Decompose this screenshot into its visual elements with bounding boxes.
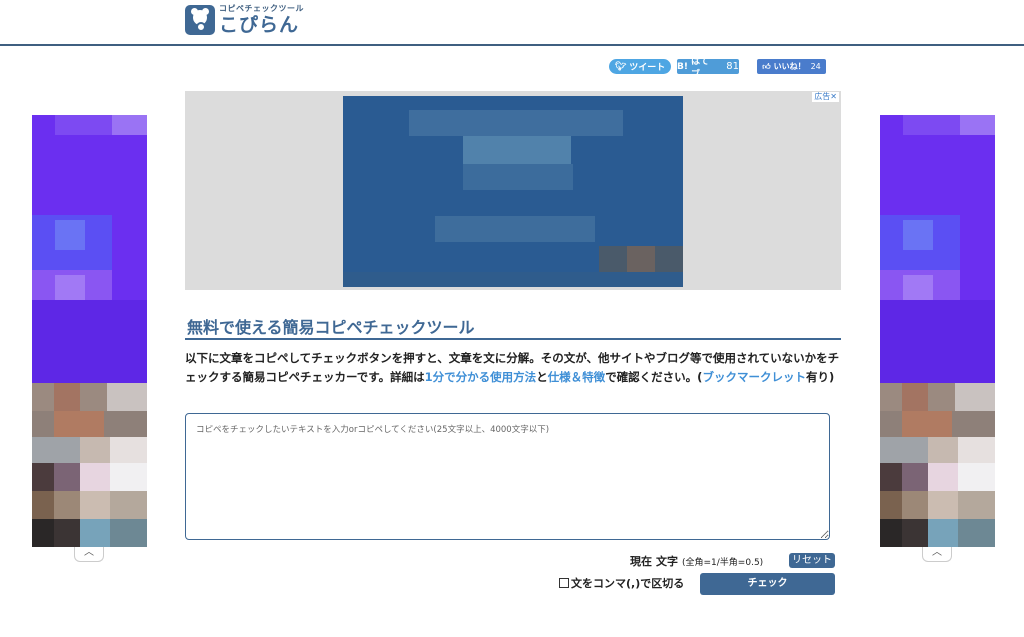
right-side-ad[interactable] bbox=[880, 115, 995, 547]
count-note: (全角=1/半角=0.5) bbox=[682, 558, 764, 568]
like-label: いいね！ bbox=[773, 62, 806, 71]
reset-button[interactable]: リセット bbox=[789, 553, 835, 568]
like-count: 24 bbox=[810, 62, 821, 71]
comma-checkbox[interactable] bbox=[559, 578, 569, 588]
logo-subtitle: コピペチェックツール bbox=[219, 4, 304, 13]
ad-photo bbox=[32, 383, 147, 547]
facebook-like-button[interactable]: 👍︎ いいね！ 24 bbox=[757, 59, 826, 74]
ad-image bbox=[343, 96, 683, 287]
page-title: 無料で使える簡易コピペチェックツール bbox=[185, 314, 841, 340]
hatena-count: 81 bbox=[726, 61, 739, 72]
comma-label: 文をコンマ(,)で区切る bbox=[571, 577, 685, 590]
check-button[interactable]: チェック bbox=[700, 573, 835, 595]
char-count: 現在 文字 (全角=1/半角=0.5) bbox=[630, 553, 763, 569]
bookmarklet-link[interactable]: ブックマークレット bbox=[702, 370, 806, 384]
chevron-up-icon: ︿ bbox=[932, 547, 942, 558]
desc-text: で確認ください。( bbox=[605, 370, 703, 384]
tool-description: 以下に文章をコピペしてチェックボタンを押すと、文章を文に分解。その文が、他サイト… bbox=[185, 349, 841, 387]
twitter-bird-icon: 🐦︎ bbox=[614, 61, 627, 72]
chevron-up-icon: ︿ bbox=[84, 547, 94, 558]
desc-text: と bbox=[536, 370, 548, 384]
logo-title: こぴらん bbox=[219, 14, 300, 36]
tweet-button[interactable]: 🐦︎ ツイート bbox=[609, 59, 671, 74]
usage-link[interactable]: 1分で分かる使用方法 bbox=[425, 370, 537, 384]
collapse-right-ad-button[interactable]: ︿ bbox=[922, 547, 952, 562]
spec-link[interactable]: 仕様＆特徴 bbox=[548, 370, 606, 384]
hatena-label: はてブ bbox=[690, 56, 709, 80]
text-input-area[interactable] bbox=[185, 413, 830, 540]
ad-photo bbox=[880, 383, 995, 547]
site-header: コピペチェックツール こぴらん bbox=[0, 0, 1024, 46]
comma-option[interactable]: 文をコンマ(,)で区切る bbox=[559, 575, 684, 591]
ad-choices-badge[interactable]: 広告✕ bbox=[812, 92, 839, 102]
hatena-icon: B! bbox=[677, 61, 688, 72]
top-banner-ad[interactable]: 広告✕ bbox=[185, 91, 841, 290]
hatena-bookmark-button[interactable]: B! はてブ 81 bbox=[677, 57, 739, 80]
count-label: 現在 bbox=[630, 555, 652, 568]
tweet-label: ツイート bbox=[629, 63, 666, 73]
collapse-left-ad-button[interactable]: ︿ bbox=[74, 547, 104, 562]
desc-text: 有り) bbox=[805, 370, 835, 384]
left-side-ad[interactable] bbox=[32, 115, 147, 547]
site-logo[interactable]: コピペチェックツール こぴらん bbox=[185, 4, 304, 36]
mascot-icon bbox=[185, 5, 215, 35]
thumbs-up-icon: 👍︎ bbox=[762, 61, 771, 71]
count-unit: 文字 bbox=[656, 555, 678, 568]
